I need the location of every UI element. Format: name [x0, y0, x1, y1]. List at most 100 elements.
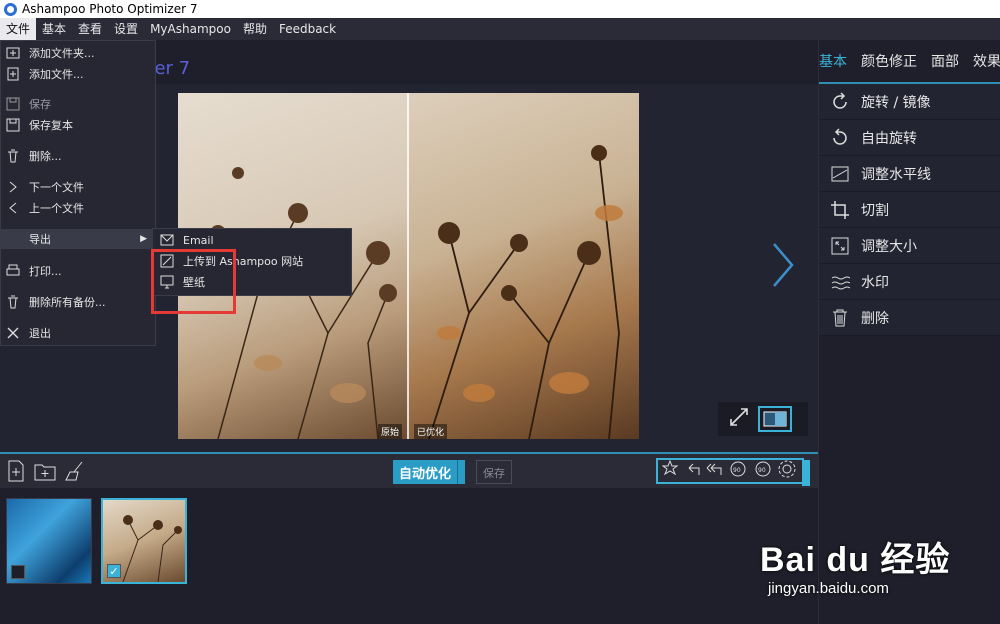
thumbnail-strip: ✓ — [0, 488, 818, 624]
fullscreen-icon[interactable] — [728, 406, 750, 432]
chevron-left-icon — [5, 200, 21, 216]
menu-item-label: 删除... — [29, 150, 62, 163]
menu-item-print[interactable]: 打印... — [1, 261, 155, 281]
menu-item-prev-file[interactable]: 上一个文件 — [1, 198, 155, 218]
menu-feedback[interactable]: Feedback — [273, 18, 342, 40]
crop-icon — [829, 199, 851, 221]
broom-icon[interactable] — [64, 460, 86, 486]
save-button[interactable]: 保存 — [476, 460, 512, 484]
auto-optimize-dropdown[interactable] — [457, 460, 466, 484]
tool-label: 切割 — [861, 202, 889, 219]
undo-all-icon[interactable] — [706, 460, 724, 482]
tool-rotate-mirror[interactable]: 旋转 / 镜像 — [819, 84, 1000, 120]
menu-item-label: 上一个文件 — [29, 202, 84, 215]
svg-text:90: 90 — [758, 467, 766, 474]
rotate-right-90-icon[interactable]: 90 — [752, 459, 774, 483]
tool-free-rotate[interactable]: 自由旋转 — [819, 120, 1000, 156]
gear-icon[interactable] — [777, 459, 797, 483]
tab-color-correction[interactable]: 颜色修正 — [861, 51, 917, 71]
next-image-button[interactable] — [768, 240, 798, 290]
thumbnail-checkbox[interactable] — [11, 565, 25, 579]
title-bar: Ashampoo Photo Optimizer 7 — [0, 0, 1000, 18]
optimized-image — [408, 93, 639, 439]
highlight-annotation-box — [151, 249, 236, 314]
watermark-brand: Bai du 经验 — [760, 541, 951, 579]
menu-item-add-folder[interactable]: 添加文件夹... — [1, 43, 155, 63]
submenu-item-email[interactable]: Email — [153, 230, 351, 250]
compare-toggle[interactable] — [758, 406, 792, 432]
menu-item-delete[interactable]: 删除... — [1, 146, 155, 166]
menu-item-label: 打印... — [29, 265, 62, 278]
watermark-icon — [829, 271, 851, 293]
menu-help[interactable]: 帮助 — [237, 18, 273, 40]
submenu-arrow-icon: ▶ — [140, 234, 147, 244]
tab-basic[interactable]: 基本 — [819, 51, 847, 71]
menu-item-label: 添加文件... — [29, 68, 84, 81]
menu-settings[interactable]: 设置 — [108, 18, 144, 40]
label-original: 原始 — [378, 424, 403, 439]
menu-item-export[interactable]: 导出 ▶ — [1, 229, 155, 249]
menu-item-next-file[interactable]: 下一个文件 — [1, 177, 155, 197]
undo-icon[interactable] — [685, 460, 703, 482]
menu-item-label: 保存 — [29, 98, 51, 111]
menu-myashampoo[interactable]: MyAshampoo — [144, 18, 237, 40]
menu-item-add-file[interactable]: 添加文件... — [1, 64, 155, 84]
menu-item-label: 添加文件夹... — [29, 47, 95, 60]
tool-label: 水印 — [861, 274, 889, 291]
printer-icon — [5, 263, 21, 279]
trash-icon — [5, 148, 21, 164]
tool-label: 旋转 / 镜像 — [861, 94, 931, 111]
rotate-left-90-icon[interactable]: 90 — [727, 459, 749, 483]
save-icon — [5, 96, 21, 112]
magic-stars-icon[interactable] — [661, 459, 682, 483]
menu-item-label: 保存复本 — [29, 119, 73, 132]
tool-label: 调整水平线 — [861, 166, 931, 183]
add-folder-icon[interactable] — [34, 460, 56, 486]
rotate-icon — [829, 91, 851, 113]
add-file-icon[interactable] — [6, 460, 26, 486]
menu-item-delete-backups[interactable]: 删除所有备份... — [1, 292, 155, 312]
free-rotate-icon — [829, 127, 851, 149]
chevron-right-icon — [773, 243, 794, 287]
compare-divider[interactable] — [407, 93, 409, 439]
tool-label: 调整大小 — [861, 238, 917, 255]
tab-face[interactable]: 面部 — [931, 51, 959, 71]
thumbnail-blue-texture[interactable] — [6, 498, 92, 584]
export-spacer — [5, 231, 21, 247]
tab-effects[interactable]: 效果 — [973, 51, 1000, 71]
menu-item-save-copy[interactable]: 保存复本 — [1, 115, 155, 135]
watermark-url: jingyan.baidu.com — [768, 580, 889, 597]
tool-delete[interactable]: 删除 — [819, 300, 1000, 336]
preview-tools — [718, 402, 808, 436]
tool-horizon[interactable]: 调整水平线 — [819, 156, 1000, 192]
close-icon — [5, 325, 21, 341]
menu-file[interactable]: 文件 — [0, 18, 37, 40]
tool-resize[interactable]: 调整大小 — [819, 228, 1000, 264]
add-folder-icon — [5, 45, 21, 61]
split-view-icon — [763, 411, 787, 427]
quick-tools-dropdown[interactable] — [802, 460, 810, 486]
menu-basic[interactable]: 基本 — [36, 18, 72, 40]
menu-view[interactable]: 查看 — [72, 18, 108, 40]
tool-watermark[interactable]: 水印 — [819, 264, 1000, 300]
save-copy-icon — [5, 117, 21, 133]
tool-label: 删除 — [861, 310, 889, 327]
menu-item-save[interactable]: 保存 — [1, 94, 155, 114]
submenu-label: Email — [183, 233, 214, 247]
tool-crop[interactable]: 切割 — [819, 192, 1000, 228]
mail-icon — [159, 232, 175, 248]
add-file-icon — [5, 66, 21, 82]
baidu-watermark: Bai du 经验 jingyan.baidu.com — [760, 520, 960, 610]
thumbnail-dried-flowers[interactable]: ✓ — [101, 498, 187, 584]
label-optimized: 已优化 — [414, 424, 448, 439]
flower-branches-right — [427, 145, 623, 439]
resize-icon — [829, 235, 851, 257]
auto-optimize-button[interactable]: 自动优化 — [393, 460, 466, 484]
svg-text:90: 90 — [733, 467, 741, 474]
trash-icon — [5, 294, 21, 310]
menu-item-label: 导出 — [29, 233, 51, 246]
app-logo-icon — [4, 2, 17, 16]
menu-item-label: 下一个文件 — [29, 181, 84, 194]
menu-item-exit[interactable]: 退出 — [1, 323, 155, 343]
thumbnail-checkbox-checked[interactable]: ✓ — [107, 564, 121, 578]
